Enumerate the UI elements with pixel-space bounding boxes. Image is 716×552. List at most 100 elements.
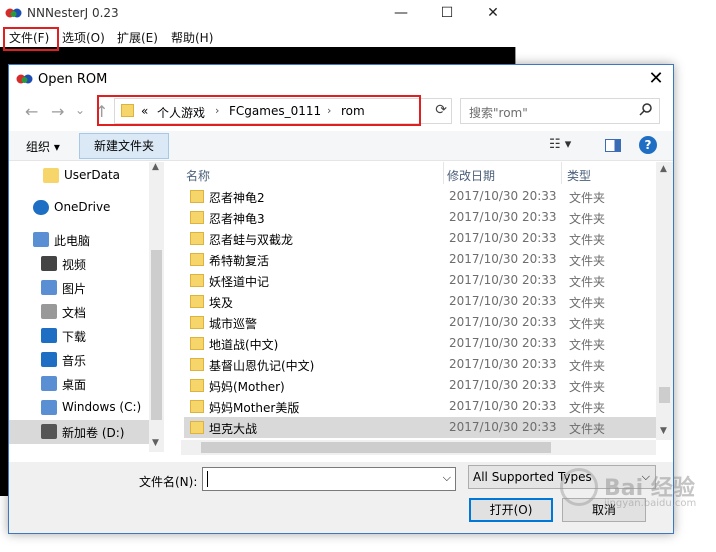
cloud-icon [33,200,49,215]
view-options-icon[interactable]: ☷ ▾ [549,137,571,152]
nav-item[interactable]: 此电脑 [9,228,149,252]
new-folder-button[interactable]: 新建文件夹 [79,133,169,159]
file-type: 文件夹 [569,422,606,436]
back-arrow-icon[interactable]: ← [25,102,38,121]
drive-c-icon [41,400,57,415]
search-icon[interactable] [639,102,653,116]
file-row[interactable]: 埃及 2017/10/30 20:33 文件夹 [184,291,656,312]
nav-item[interactable]: 音乐 [9,348,149,372]
column-name-header[interactable]: 名称 [186,167,210,184]
file-date: 2017/10/30 20:33 [449,420,557,434]
drive-d-icon [41,424,57,439]
nav-scroll-thumb[interactable] [151,250,162,420]
scroll-up-icon[interactable]: ▲ [660,164,667,174]
nav-item[interactable]: 图片 [9,276,149,300]
folder-icon [190,400,204,413]
file-row[interactable]: 希特勒复活 2017/10/30 20:33 文件夹 [184,249,656,270]
column-divider[interactable] [443,162,444,184]
forward-arrow-icon[interactable]: → [51,102,64,121]
column-divider[interactable] [561,162,562,184]
nav-item[interactable]: 桌面 [9,372,149,396]
file-date: 2017/10/30 20:33 [449,189,557,203]
file-row[interactable]: 妖怪道中记 2017/10/30 20:33 文件夹 [184,270,656,291]
video-icon [41,256,57,271]
file-row[interactable]: 忍者神龟2 2017/10/30 20:33 文件夹 [184,186,656,207]
file-row[interactable]: 忍者蛙与双截龙 2017/10/30 20:33 文件夹 [184,228,656,249]
nav-item[interactable]: 文档 [9,300,149,324]
dialog-close-button[interactable]: ✕ [639,65,673,94]
file-type: 文件夹 [569,338,606,352]
nav-item[interactable]: 视频 [9,252,149,276]
file-type: 文件夹 [569,254,606,268]
file-row[interactable]: 妈妈Mother美版 2017/10/30 20:33 文件夹 [184,396,656,417]
scroll-down-icon[interactable]: ▼ [660,426,667,436]
nav-item-label: 桌面 [62,378,87,392]
file-date: 2017/10/30 20:33 [449,273,557,287]
maximize-button[interactable]: ☐ [424,0,470,27]
file-type: 文件夹 [569,191,606,205]
file-date: 2017/10/30 20:33 [449,357,557,371]
computer-icon [33,232,49,247]
file-name: 地道战(中文) [209,338,279,352]
folder-icon [190,337,204,350]
app-close-button[interactable]: ✕ [470,0,516,27]
menu-help[interactable]: 帮助(H) [171,29,213,46]
help-icon[interactable]: ? [639,136,657,154]
nav-item-label: OneDrive [54,200,111,214]
menu-extensions[interactable]: 扩展(E) [117,29,158,46]
nav-item-label: Windows (C:) [62,400,142,414]
file-date: 2017/10/30 20:33 [449,294,557,308]
file-row[interactable]: 地道战(中文) 2017/10/30 20:33 文件夹 [184,333,656,354]
column-date-header[interactable]: 修改日期 [447,167,495,184]
minimize-button[interactable]: — [378,0,424,27]
documents-icon [41,304,57,319]
nav-item[interactable]: 新加卷 (D:) [9,420,149,444]
nav-item[interactable]: 下载 [9,324,149,348]
baidu-watermark: Bai 经验 jingyan.baidu.com [560,462,710,518]
preview-pane-icon[interactable] [605,139,621,152]
recent-locations-icon[interactable]: ⌄ [75,103,85,117]
file-list: 名称 修改日期 类型 忍者神龟2 2017/10/30 20:33 文件夹 忍者神龟3… [181,162,673,462]
nav-item-label: 音乐 [62,354,87,368]
file-list-vscroll-thumb[interactable] [659,387,670,403]
scroll-up-icon[interactable]: ▲ [152,162,159,172]
scroll-down-icon[interactable]: ▼ [152,438,159,448]
file-name: 忍者神龟2 [209,191,265,205]
file-name: 妈妈Mother美版 [209,401,300,415]
filename-field[interactable]: ⌵ [202,467,456,491]
file-row[interactable]: 坦克大战 2017/10/30 20:33 文件夹 [184,417,656,438]
app-title: NNNesterJ 0.23 [27,6,119,20]
folder-icon [190,190,204,203]
file-date: 2017/10/30 20:33 [449,378,557,392]
folder-icon [190,274,204,287]
file-name: 忍者神龟3 [209,212,265,226]
search-input[interactable]: 搜索"rom" [460,98,660,124]
file-name: 基督山恩仇记(中文) [209,359,315,373]
pictures-icon [41,280,57,295]
nav-item[interactable]: UserData [9,164,149,188]
open-button[interactable]: 打开(O) [469,498,553,522]
nav-item[interactable]: Windows (C:) [9,396,149,420]
search-placeholder: 搜索"rom" [469,106,528,120]
navigation-pane: UserData OneDrive 此电脑 视频图片文档下载音乐桌面 Windows (… [9,162,164,462]
file-list-hscroll-thumb[interactable] [201,442,551,453]
file-row[interactable]: 妈妈(Mother) 2017/10/30 20:33 文件夹 [184,375,656,396]
file-type: 文件夹 [569,401,606,415]
file-name: 忍者蛙与双截龙 [209,233,294,247]
text-caret [207,471,208,487]
nav-item-label: 文档 [62,306,87,320]
file-type: 文件夹 [569,380,606,394]
organize-button[interactable]: 组织 ▾ [26,138,60,155]
file-row[interactable]: 基督山恩仇记(中文) 2017/10/30 20:33 文件夹 [184,354,656,375]
refresh-icon[interactable]: ⟳ [435,102,447,118]
nav-item-label: 图片 [62,282,87,296]
menu-options[interactable]: 选项(O) [62,29,105,46]
file-row[interactable]: 忍者神龟3 2017/10/30 20:33 文件夹 [184,207,656,228]
dialog-logo-icon [16,74,33,84]
column-type-header[interactable]: 类型 [567,167,591,184]
folder-icon [43,168,59,183]
nav-item[interactable]: OneDrive [9,196,149,220]
file-row[interactable]: 城市巡警 2017/10/30 20:33 文件夹 [184,312,656,333]
chevron-down-icon[interactable]: ⌵ [443,471,451,485]
dialog-title: Open ROM [38,72,108,87]
